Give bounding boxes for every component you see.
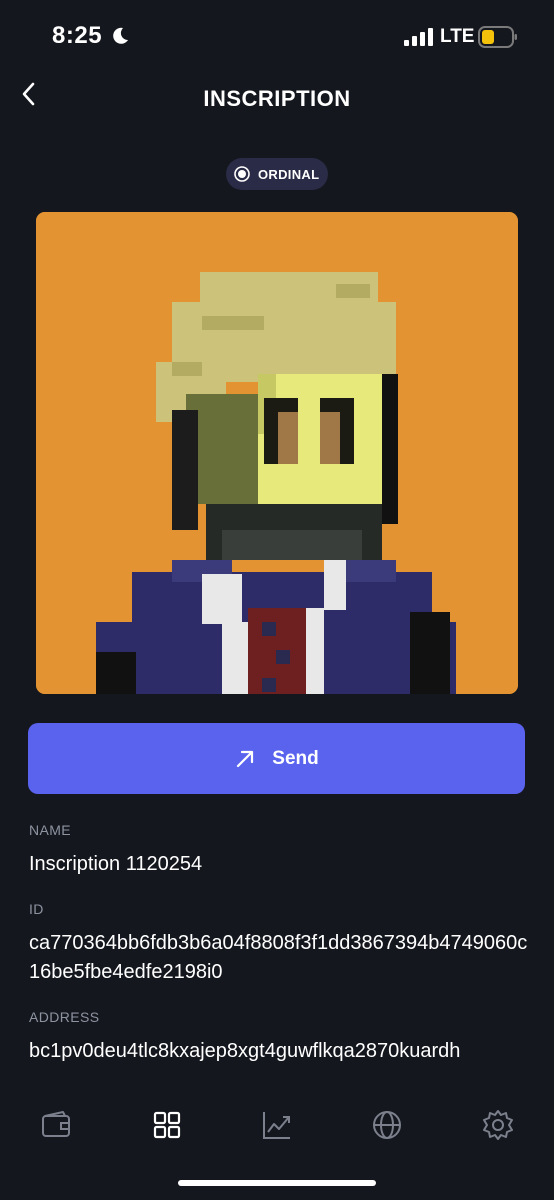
id-label: ID bbox=[29, 901, 44, 917]
nav-wallet[interactable] bbox=[39, 1108, 73, 1142]
address-value[interactable]: bc1pv0deu4tlc8kxajep8xgt4guwflkqa2870kua… bbox=[29, 1037, 529, 1066]
id-value[interactable]: ca770364bb6fdb3b6a04f8808f3f1dd3867394b4… bbox=[29, 929, 529, 987]
pixel-punk-image bbox=[36, 212, 518, 694]
network-label: LTE bbox=[440, 26, 475, 47]
ordinal-badge: ORDINAL bbox=[226, 158, 328, 190]
nav-explore[interactable] bbox=[370, 1108, 404, 1142]
inscription-artwork bbox=[36, 212, 518, 694]
wallet-icon bbox=[42, 1111, 70, 1137]
home-indicator bbox=[178, 1180, 376, 1186]
send-button[interactable]: Send bbox=[28, 723, 525, 794]
address-label: ADDRESS bbox=[29, 1009, 100, 1025]
battery-icon bbox=[478, 26, 517, 48]
nav-collectibles[interactable] bbox=[150, 1108, 184, 1142]
globe-icon bbox=[373, 1111, 401, 1139]
nav-settings[interactable] bbox=[481, 1108, 515, 1142]
send-label: Send bbox=[272, 747, 319, 769]
radio-dot-icon bbox=[234, 166, 250, 182]
nav-chart[interactable] bbox=[260, 1108, 294, 1142]
page-title: INSCRIPTION bbox=[203, 86, 351, 111]
status-bar: 8:25 LTE bbox=[0, 0, 554, 70]
status-time: 8:25 bbox=[52, 22, 103, 49]
badge-label: ORDINAL bbox=[258, 166, 320, 182]
chart-icon bbox=[263, 1112, 290, 1139]
collectibles-grid-icon bbox=[153, 1111, 181, 1139]
inscription-details: NAME Inscription 1120254 ID ca770364bb6f… bbox=[29, 822, 529, 1088]
arrow-up-right-icon bbox=[237, 750, 254, 767]
name-label: NAME bbox=[29, 822, 72, 838]
name-value: Inscription 1120254 bbox=[29, 853, 203, 875]
settings-gear-icon bbox=[483, 1110, 513, 1140]
signal-icon bbox=[404, 28, 433, 46]
moon-icon bbox=[113, 27, 128, 44]
